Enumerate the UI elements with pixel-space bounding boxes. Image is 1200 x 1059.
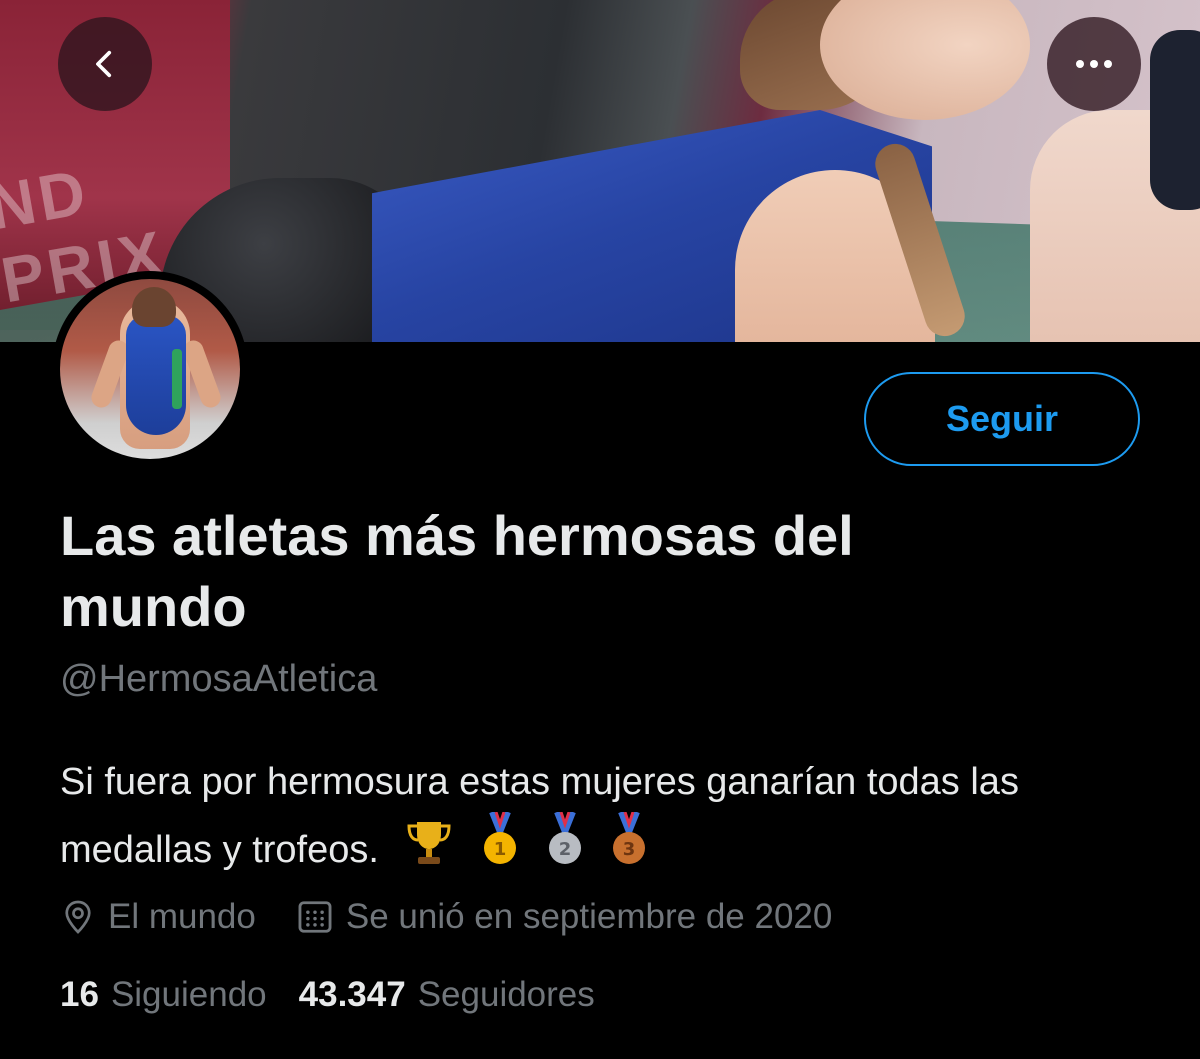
follow-button[interactable]: Seguir (864, 372, 1140, 466)
banner-third-athlete (1150, 30, 1200, 210)
svg-text:1: 1 (494, 839, 507, 860)
location-pin-icon (65, 900, 91, 934)
followers-count: 43.347 (298, 975, 406, 1014)
bio-text: Si fuera por hermosura estas mujeres gan… (60, 761, 1019, 871)
svg-text:3: 3 (623, 839, 636, 860)
followers-link[interactable]: 43.347 Seguidores (299, 975, 595, 1015)
gold-medal-icon: 1 (480, 810, 520, 886)
profile-name: Las atletas más hermosas del mundo (60, 504, 854, 638)
svg-text:2: 2 (558, 839, 571, 860)
profile-handle: @HermosaAtletica (60, 658, 378, 700)
calendar-icon (298, 901, 332, 933)
profile-bio: Si fuera por hermosura estas mujeres gan… (60, 752, 1160, 886)
avatar[interactable] (52, 271, 248, 467)
trophy-icon (403, 816, 455, 886)
following-label: Siguiendo (110, 975, 267, 1014)
avatar-image (60, 279, 240, 459)
join-date: Se unió en septiembre de 2020 (296, 897, 832, 937)
following-count: 16 (60, 975, 99, 1014)
location-text: El mundo (108, 897, 256, 936)
profile-stats: 16 Siguiendo 43.347 Seguidores (60, 975, 627, 1015)
bronze-medal-icon: 3 (609, 810, 649, 886)
following-link[interactable]: 16 Siguiendo (60, 975, 267, 1015)
ellipsis-icon (1076, 60, 1112, 68)
location: El mundo (60, 897, 256, 937)
profile-meta: El mundo Se unió en septiembre de 2020 (60, 892, 872, 942)
more-options-button[interactable] (1047, 17, 1141, 111)
join-date-text: Se unió en septiembre de 2020 (345, 897, 833, 936)
followers-label: Seguidores (417, 975, 595, 1014)
silver-medal-icon: 2 (545, 810, 585, 886)
chevron-left-icon (96, 50, 112, 78)
back-button[interactable] (58, 17, 152, 111)
